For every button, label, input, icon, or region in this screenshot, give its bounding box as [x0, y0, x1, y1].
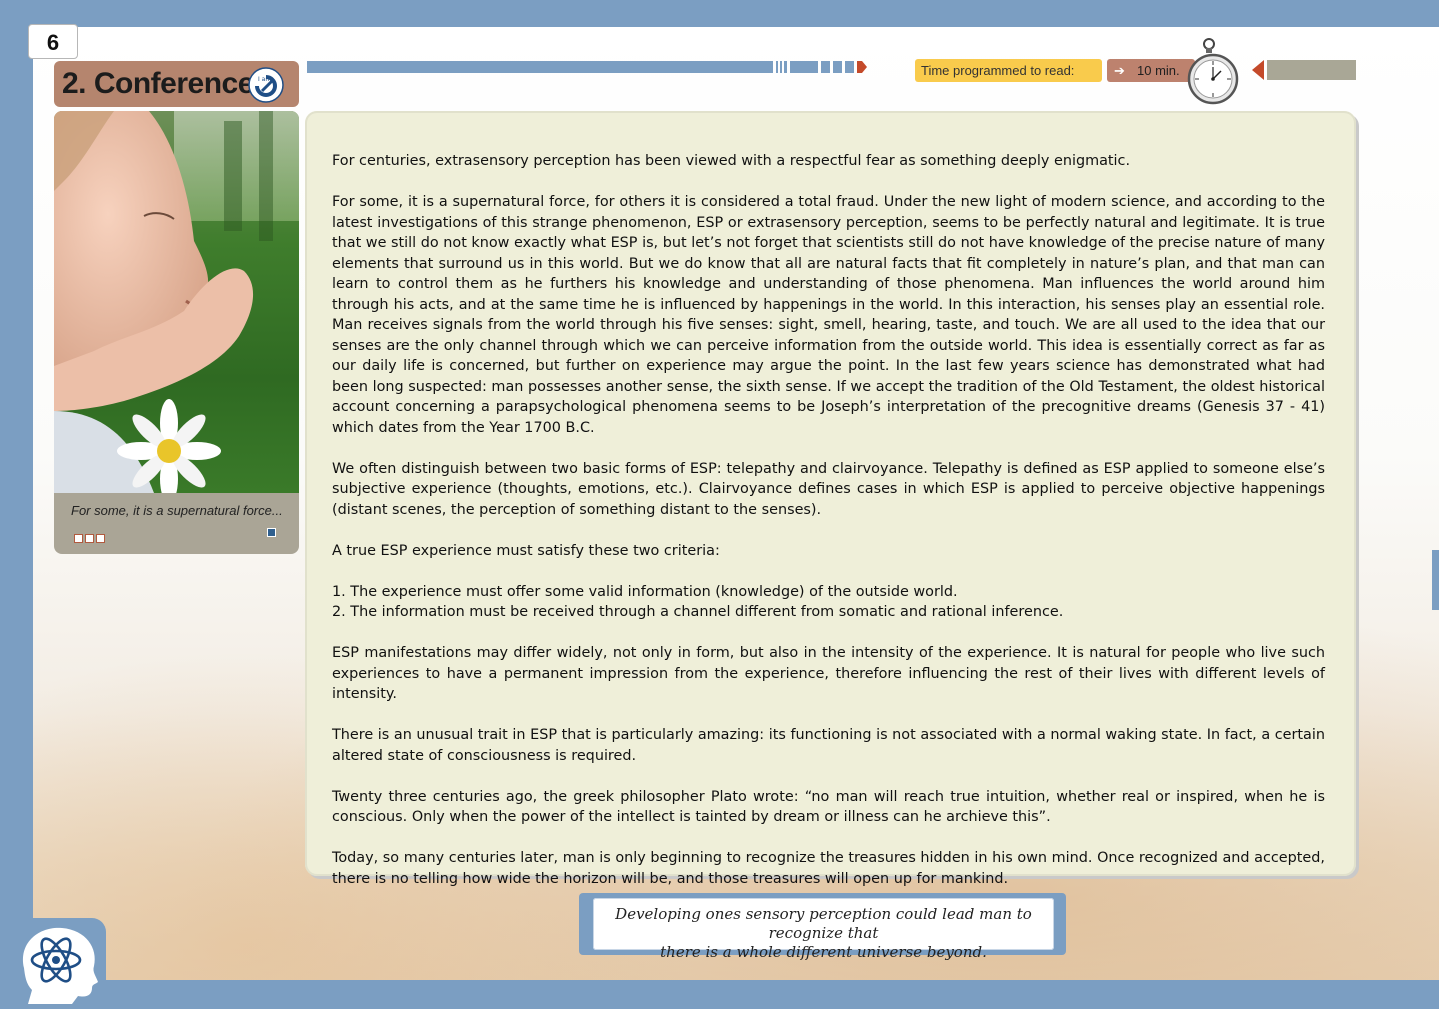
photo-caption: For some, it is a supernatural force...	[71, 503, 283, 518]
article-paragraph: A true ESP experience must satisfy these…	[332, 542, 720, 559]
child-with-daisy-photo	[54, 111, 299, 493]
gallery-dot[interactable]	[96, 534, 105, 543]
i-am-logo-text: I am	[258, 76, 271, 83]
article-paragraph: Twenty three centuries ago, the greek ph…	[332, 788, 1325, 826]
article-paragraph: For centuries, extrasensory perception h…	[332, 153, 1131, 169]
criteria-item: 2. The information must be received thro…	[332, 604, 1064, 620]
reading-time-label: Time programmed to read:	[915, 59, 1102, 82]
gallery-dot[interactable]	[74, 534, 83, 543]
section-title-box: 2. Conference I am	[54, 61, 299, 107]
gallery-dot[interactable]	[85, 534, 94, 543]
article-body: For centuries, extrasensory perception h…	[332, 151, 1325, 910]
quote-line: Developing ones sensory perception could…	[615, 905, 1032, 942]
atom-head-logo-icon[interactable]	[16, 924, 100, 1004]
photo-card: For some, it is a supernatural force...	[54, 111, 299, 554]
stopwatch-icon	[1187, 38, 1239, 105]
page-edge-tab	[1432, 550, 1439, 610]
article-paragraph: For some, it is a supernatural force, fo…	[332, 194, 1325, 436]
page-number: 6	[28, 24, 78, 59]
reading-time-value: 10 min.	[1137, 63, 1180, 78]
criteria-item: 1. The experience must offer some valid …	[332, 583, 958, 600]
i-am-logo-icon: I am	[248, 67, 284, 103]
article-paragraph: ESP manifestations may differ widely, no…	[332, 645, 1325, 702]
next-page-tab[interactable]	[1252, 60, 1356, 80]
article-paragraph: There is an unusual trait in ESP that is…	[332, 727, 1325, 764]
quote-line: there is a whole different universe beyo…	[660, 943, 987, 961]
gallery-dots	[74, 528, 107, 547]
arrow-right-icon: ➔	[1114, 63, 1125, 78]
article-panel: For centuries, extrasensory perception h…	[305, 111, 1356, 887]
quote-box: Developing ones sensory perception could…	[579, 893, 1066, 961]
quote-text: Developing ones sensory perception could…	[593, 898, 1054, 961]
reading-time-value-box: ➔ 10 min.	[1107, 59, 1195, 82]
section-title: 2. Conference	[62, 67, 254, 100]
reading-progress-bar	[307, 61, 867, 73]
article-paragraph: Today, so many centuries later, man is o…	[332, 850, 1325, 887]
gallery-nav-button[interactable]	[267, 528, 276, 537]
article-paragraph: We often distinguish between two basic f…	[332, 460, 1325, 518]
